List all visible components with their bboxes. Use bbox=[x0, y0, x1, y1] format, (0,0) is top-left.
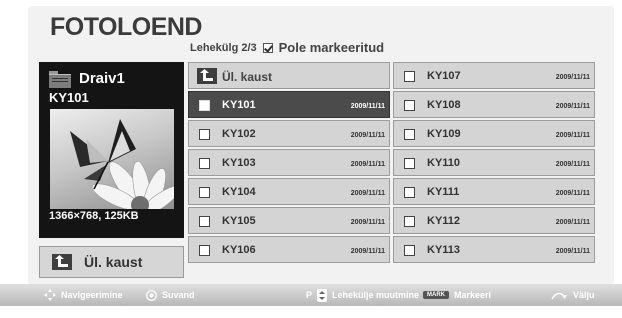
file-row[interactable]: KY108 2009/11/11 bbox=[393, 91, 595, 118]
mark-key-icon: MARK bbox=[423, 291, 449, 299]
bottom-help-bar: Navigeerimine Suvand P Lehekülje muutmin… bbox=[0, 284, 622, 306]
preview-file-name: KY101 bbox=[49, 90, 89, 105]
drive-row: Draiv1 bbox=[49, 70, 125, 88]
up-folder-row-label: Ül. kaust bbox=[222, 70, 273, 84]
file-date: 2009/11/11 bbox=[350, 103, 385, 110]
file-name: KY103 bbox=[222, 157, 256, 169]
checkbox[interactable] bbox=[404, 158, 415, 169]
file-date: 2009/11/11 bbox=[555, 132, 590, 139]
back-return-icon bbox=[551, 292, 567, 299]
file-row[interactable]: KY102 2009/11/11 bbox=[188, 120, 390, 147]
file-name: KY105 bbox=[222, 215, 256, 227]
file-row[interactable]: KY110 2009/11/11 bbox=[393, 149, 595, 176]
drive-name: Draiv1 bbox=[79, 70, 125, 87]
navigation-arrows-icon bbox=[44, 289, 56, 301]
file-date: 2009/11/11 bbox=[555, 74, 590, 81]
file-date: 2009/11/11 bbox=[555, 219, 590, 226]
file-name: KY102 bbox=[222, 128, 256, 140]
file-name: KY101 bbox=[222, 99, 256, 111]
file-name: KY113 bbox=[427, 244, 461, 256]
file-date: 2009/11/11 bbox=[555, 190, 590, 197]
page-key-label: P bbox=[306, 290, 313, 300]
file-row[interactable]: KY104 2009/11/11 bbox=[188, 178, 390, 205]
marked-status: Pole markeeritud bbox=[278, 40, 385, 55]
file-row[interactable]: KY103 2009/11/11 bbox=[188, 149, 390, 176]
file-row[interactable]: KY109 2009/11/11 bbox=[393, 120, 595, 147]
checkbox[interactable] bbox=[199, 129, 210, 140]
checkbox[interactable] bbox=[199, 100, 210, 111]
file-name: KY104 bbox=[222, 186, 256, 198]
file-name: KY108 bbox=[427, 99, 461, 111]
checkbox[interactable] bbox=[404, 71, 415, 82]
help-mark: MARK Markeeri bbox=[423, 284, 491, 306]
checkbox[interactable] bbox=[404, 216, 415, 227]
folder-icon bbox=[49, 70, 71, 88]
file-row[interactable]: KY113 2009/11/11 bbox=[393, 236, 595, 263]
photo-list-window: FOTOLOEND Lehekülg 2/3 Pole markeeritud … bbox=[0, 0, 622, 318]
up-folder-row[interactable]: Ül. kaust bbox=[188, 62, 390, 89]
page-up-down-icon bbox=[317, 288, 328, 302]
help-mark-label: Markeeri bbox=[454, 290, 492, 300]
file-date: 2009/11/11 bbox=[350, 219, 385, 226]
up-folder-button-left[interactable]: Ül. kaust bbox=[39, 246, 184, 278]
help-navigate: Navigeerimine bbox=[44, 284, 123, 306]
page-info: Lehekülg 2/3 Pole markeeritud bbox=[190, 40, 384, 55]
checkbox[interactable] bbox=[199, 187, 210, 198]
checkbox[interactable] bbox=[404, 245, 415, 256]
butterfly-flower-image bbox=[70, 119, 174, 209]
file-name: KY110 bbox=[427, 157, 461, 169]
file-row[interactable]: KY106 2009/11/11 bbox=[188, 236, 390, 263]
file-name: KY111 bbox=[427, 186, 460, 198]
file-name: KY112 bbox=[427, 215, 461, 227]
file-row[interactable]: KY107 2009/11/11 bbox=[393, 62, 595, 89]
file-date: 2009/11/11 bbox=[555, 103, 590, 110]
up-folder-label: Ül. kaust bbox=[84, 254, 143, 270]
file-row[interactable]: KY112 2009/11/11 bbox=[393, 207, 595, 234]
file-name: KY106 bbox=[222, 244, 256, 256]
help-page-change-label: Lehekülje muutmine bbox=[332, 290, 420, 300]
checkbox[interactable] bbox=[199, 158, 210, 169]
preview-panel: Draiv1 KY101 1366×768, 125KB bbox=[39, 62, 184, 238]
file-name: KY109 bbox=[427, 128, 461, 140]
checkbox[interactable] bbox=[199, 245, 210, 256]
file-row[interactable]: KY105 2009/11/11 bbox=[188, 207, 390, 234]
file-date: 2009/11/11 bbox=[350, 161, 385, 168]
file-date: 2009/11/11 bbox=[350, 132, 385, 139]
photo-resolution-size: 1366×768, 125KB bbox=[49, 210, 139, 222]
checkbox[interactable] bbox=[404, 187, 415, 198]
help-exit: Välju bbox=[550, 284, 595, 306]
file-row[interactable]: KY111 2009/11/11 bbox=[393, 178, 595, 205]
help-select-label: Suvand bbox=[162, 290, 195, 300]
checkbox[interactable] bbox=[404, 100, 415, 111]
file-row[interactable]: KY101 2009/11/11 bbox=[188, 91, 390, 118]
ok-button-icon bbox=[146, 289, 157, 301]
file-date: 2009/11/11 bbox=[555, 161, 590, 168]
help-select: Suvand bbox=[146, 284, 195, 306]
photo-thumbnail bbox=[50, 109, 174, 209]
page-indicator: Lehekülg 2/3 bbox=[190, 41, 257, 54]
checkbox[interactable] bbox=[404, 129, 415, 140]
up-folder-icon bbox=[197, 68, 217, 84]
file-name: KY107 bbox=[427, 70, 461, 82]
up-folder-icon bbox=[52, 254, 72, 270]
checkbox-marked-icon bbox=[262, 42, 273, 53]
file-date: 2009/11/11 bbox=[350, 248, 385, 255]
page-title: FOTOLOEND bbox=[50, 13, 202, 41]
checkbox[interactable] bbox=[199, 216, 210, 227]
file-date: 2009/11/11 bbox=[350, 190, 385, 197]
file-date: 2009/11/11 bbox=[555, 248, 590, 255]
help-exit-label: Välju bbox=[573, 290, 595, 300]
help-navigate-label: Navigeerimine bbox=[61, 290, 123, 300]
help-page-change: P Lehekülje muutmine bbox=[306, 284, 419, 306]
